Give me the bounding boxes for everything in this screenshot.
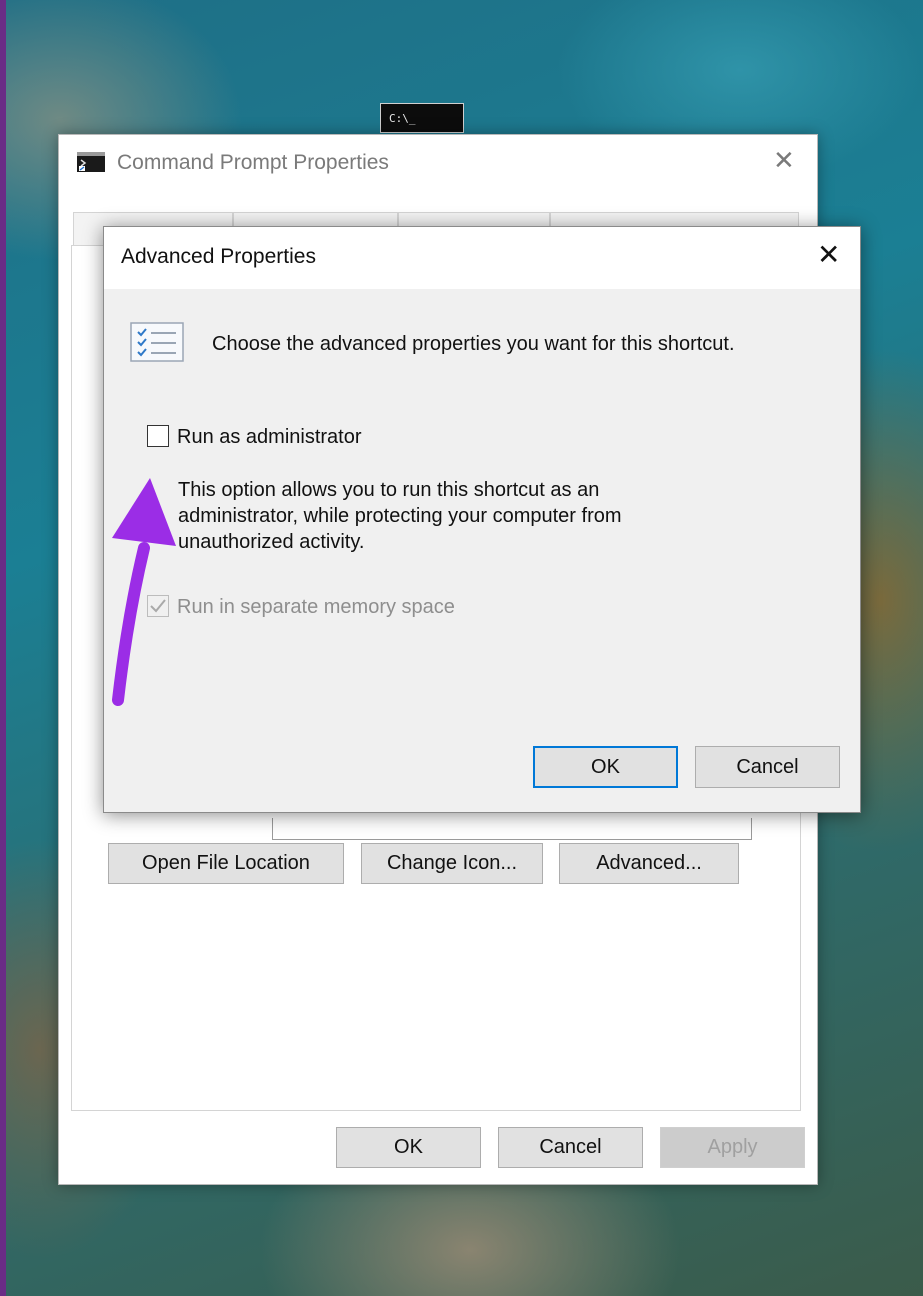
arrow-shaft: [112, 542, 150, 706]
advanced-button[interactable]: Advanced...: [559, 843, 739, 884]
ok-label: OK: [394, 1136, 423, 1158]
ok-button[interactable]: OK: [336, 1127, 481, 1168]
window-title: Command Prompt Properties: [117, 151, 389, 174]
description-line: This option allows you to run this short…: [178, 479, 600, 501]
run-as-administrator-description: This option allows you to run this short…: [178, 477, 738, 555]
open-file-location-button[interactable]: Open File Location: [108, 843, 344, 884]
annotation-arrow-icon: [112, 478, 176, 706]
dialog-intro-text: Choose the advanced properties you want …: [212, 333, 735, 355]
command-prompt-icon: [77, 152, 105, 172]
advanced-properties-dialog: Advanced Properties ✕ Choose the advance…: [103, 226, 861, 813]
cancel-button[interactable]: Cancel: [498, 1127, 643, 1168]
arrow-head: [112, 478, 176, 546]
dialog-ok-label: OK: [591, 756, 620, 778]
cmd-taskbar-icon[interactable]: C:\_: [380, 103, 464, 133]
close-icon[interactable]: ✕: [773, 147, 795, 173]
separate-memory-label: Run in separate memory space: [177, 596, 455, 618]
apply-button[interactable]: Apply: [660, 1127, 805, 1168]
open-file-location-label: Open File Location: [142, 852, 310, 874]
dialog-title-bar[interactable]: Advanced Properties ✕: [104, 227, 860, 289]
advanced-label: Advanced...: [596, 852, 702, 874]
comment-field[interactable]: [272, 818, 752, 840]
dialog-cancel-button[interactable]: Cancel: [695, 746, 840, 788]
checklist-icon: [130, 322, 184, 362]
apply-label: Apply: [707, 1136, 758, 1158]
description-line: administrator, while protecting your com…: [178, 505, 622, 527]
change-icon-button[interactable]: Change Icon...: [361, 843, 543, 884]
cancel-label: Cancel: [539, 1136, 602, 1158]
window-edge: [0, 0, 6, 1296]
cmd-icon-text: C:\_: [389, 112, 416, 125]
run-as-administrator-label[interactable]: Run as administrator: [177, 426, 362, 449]
run-as-administrator-checkbox[interactable]: [147, 425, 169, 447]
change-icon-label: Change Icon...: [386, 852, 518, 874]
dialog-cancel-label: Cancel: [736, 756, 799, 778]
dialog-close-icon[interactable]: ✕: [817, 241, 840, 269]
dialog-ok-button[interactable]: OK: [533, 746, 678, 788]
description-line: unauthorized activity.: [178, 531, 365, 553]
title-bar[interactable]: Command Prompt Properties ✕: [59, 135, 817, 191]
dialog-title: Advanced Properties: [121, 245, 316, 268]
